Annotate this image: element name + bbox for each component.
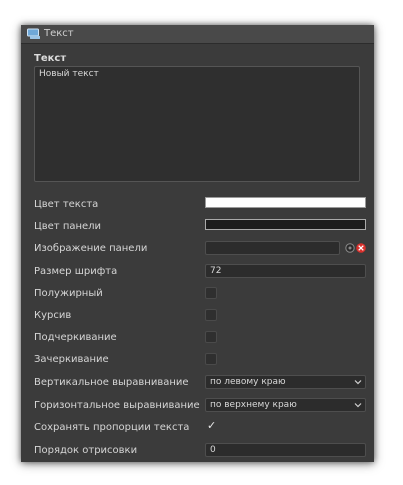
horizontal-align-value: по верхнему краю (210, 400, 297, 410)
chevron-down-icon (354, 380, 362, 385)
draw-order-input[interactable]: 0 (205, 443, 366, 457)
panel-titlebar: Текст (21, 25, 374, 44)
browse-icon[interactable] (345, 243, 355, 253)
text-properties-panel: Текст Текст Новый текст Цвет текста Цвет… (21, 25, 374, 462)
panel-color-label: Цвет панели (34, 221, 102, 232)
vertical-align-label: Вертикальное выравнивание (34, 377, 189, 388)
italic-checkbox[interactable] (205, 309, 217, 321)
keep-proportions-label: Сохранять пропорции текста (34, 422, 190, 433)
bold-checkbox[interactable] (205, 287, 217, 299)
font-size-input[interactable]: 72 (205, 264, 366, 278)
chevron-down-icon (354, 403, 362, 408)
text-color-label: Цвет текста (34, 199, 99, 210)
horizontal-align-label: Горизонтальное выравнивание (34, 400, 200, 411)
font-size-label: Размер шрифта (34, 266, 118, 277)
text-content-input[interactable]: Новый текст (34, 66, 360, 182)
strikethrough-checkbox[interactable] (205, 353, 217, 365)
panel-color-swatch[interactable] (205, 219, 366, 230)
underline-checkbox[interactable] (205, 331, 217, 343)
panel-image-label: Изображение панели (34, 243, 148, 254)
panel-image-field[interactable] (205, 241, 340, 255)
draw-order-label: Порядок отрисовки (34, 445, 138, 456)
panel-title: Текст (44, 28, 74, 39)
text-panel-icon (27, 28, 40, 39)
vertical-align-select[interactable]: по левому краю (205, 375, 366, 389)
keep-proportions-checkbox[interactable]: ✓ (207, 419, 216, 432)
strikethrough-label: Зачеркивание (34, 354, 109, 365)
text-section-label: Текст (34, 53, 67, 64)
underline-label: Подчеркивание (34, 332, 117, 343)
clear-image-icon[interactable] (356, 243, 366, 253)
bold-label: Полужирный (34, 288, 103, 299)
panel-image-buttons (345, 243, 366, 253)
text-color-swatch[interactable] (205, 197, 366, 208)
italic-label: Курсив (34, 310, 72, 321)
horizontal-align-select[interactable]: по верхнему краю (205, 398, 366, 412)
vertical-align-value: по левому краю (210, 377, 286, 387)
